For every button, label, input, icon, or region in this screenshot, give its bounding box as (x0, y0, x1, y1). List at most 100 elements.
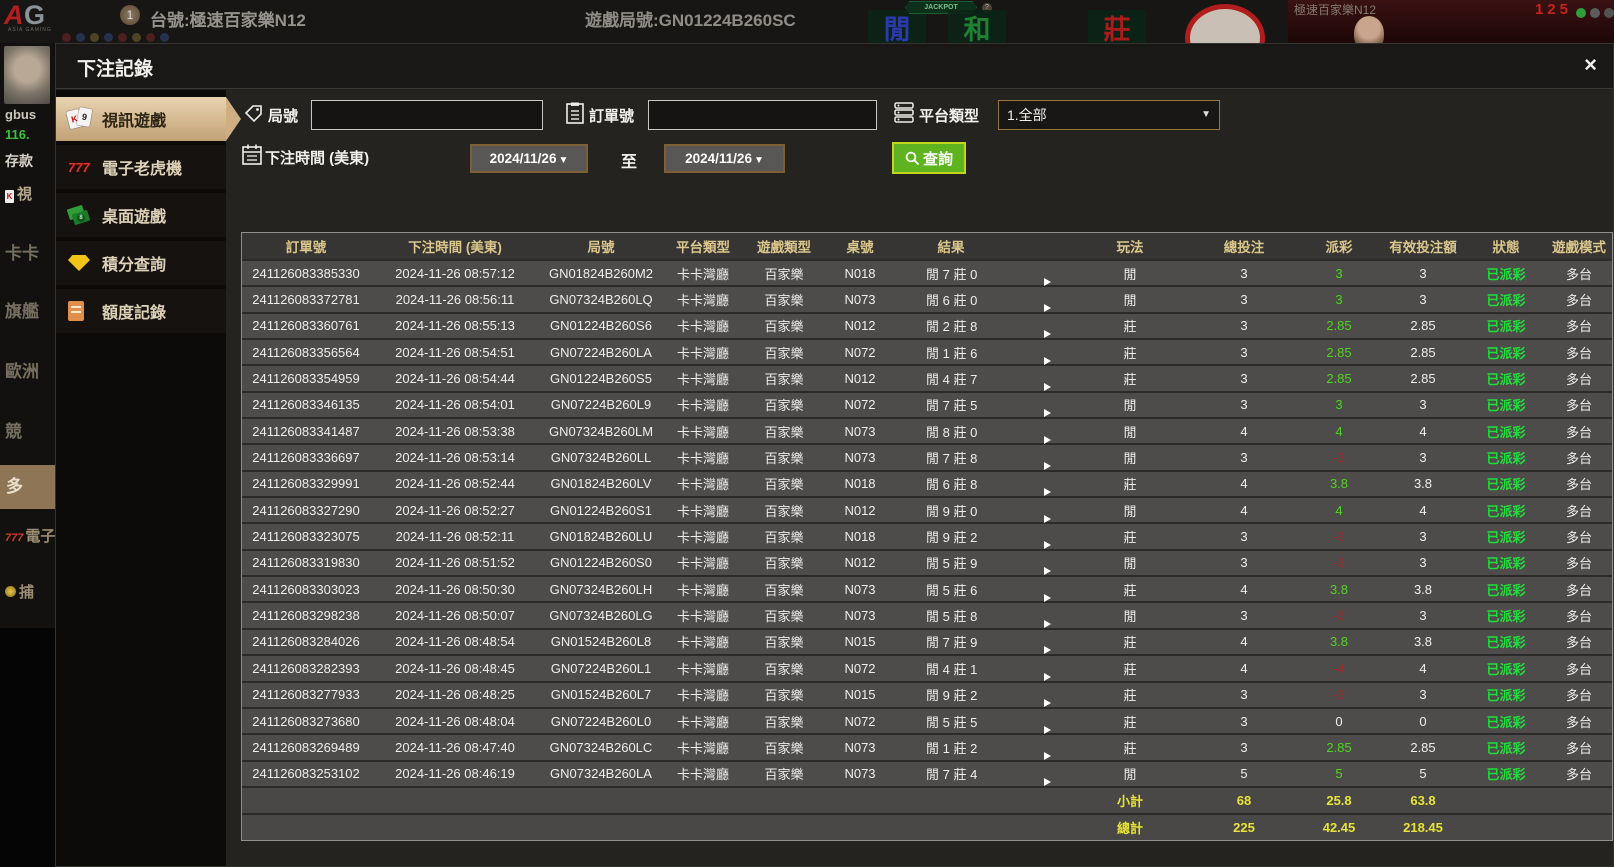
cell-status: 已派彩 (1466, 422, 1546, 441)
cell-order-id: 241126083354959 (242, 371, 370, 386)
sidebar-item-table-games[interactable]: 8 桌面遊戲 (56, 193, 226, 237)
user-avatar (4, 46, 50, 104)
cell-total-bet: 3 (1190, 740, 1298, 755)
cell-payout: 4 (1298, 503, 1380, 518)
search-button-label: 查詢 (923, 148, 953, 169)
cell-game-mode: 多台 (1546, 553, 1612, 572)
grand-total-row: 總計 225 42.45 218.45 (242, 813, 1612, 840)
cell-table-no: N072 (824, 714, 896, 729)
cell-round-id: GN07324B260LL (540, 450, 662, 465)
date-to-select[interactable]: 2024/11/26▼ (664, 144, 785, 173)
cell-status: 已派彩 (1466, 606, 1546, 625)
table-row: 241126083329991 2024-11-26 08:52:44 GN01… (242, 470, 1612, 496)
cell-bet-time: 2024-11-26 08:53:38 (370, 424, 540, 439)
cell-bet-time: 2024-11-26 08:48:45 (370, 661, 540, 676)
cell-play-type: 莊 (1070, 685, 1190, 704)
table-row: 241126083303023 2024-11-26 08:50:30 GN07… (242, 575, 1612, 601)
cell-bet-time: 2024-11-26 08:56:11 (370, 292, 540, 307)
cell-table-no: N072 (824, 397, 896, 412)
table-row: 241126083269489 2024-11-26 08:47:40 GN07… (242, 733, 1612, 759)
cell-bet-time: 2024-11-26 08:50:30 (370, 582, 540, 597)
rail-item-kaka: 卡卡 (5, 239, 39, 264)
cell-table-no: N073 (824, 292, 896, 307)
cell-valid-bet: 3 (1380, 397, 1466, 412)
cell-bet-time: 2024-11-26 08:53:14 (370, 450, 540, 465)
cell-payout: 2.85 (1298, 345, 1380, 360)
cell-round-id: GN01824B260LU (540, 529, 662, 544)
gray-dot (1604, 8, 1614, 18)
table-row: 241126083277933 2024-11-26 08:48:25 GN01… (242, 681, 1612, 707)
cell-game-type: 百家樂 (744, 369, 824, 388)
date-from-select[interactable]: 2024/11/26▼ (470, 144, 588, 173)
table-row: 241126083323075 2024-11-26 08:52:11 GN01… (242, 522, 1612, 548)
cell-result: 閒 5 莊 8 (896, 606, 1006, 625)
sidebar-item-slots[interactable]: 777 電子老虎機 (56, 145, 226, 189)
cell-status: 已派彩 (1466, 395, 1546, 414)
cell-game-type: 百家樂 (744, 422, 824, 441)
cell-round-id: GN07324B260LQ (540, 292, 662, 307)
rail-item-fishing: 捕 (5, 581, 34, 602)
cell-status: 已派彩 (1466, 290, 1546, 309)
cell-valid-bet: 3 (1380, 608, 1466, 623)
cell-table-no: N073 (824, 766, 896, 781)
cell-table-no: N073 (824, 582, 896, 597)
cell-game-mode: 多台 (1546, 290, 1612, 309)
sidebar-item-points-query[interactable]: 積分查詢 (56, 241, 226, 285)
cell-total-bet: 3 (1190, 608, 1298, 623)
cell-order-id: 241126083385330 (242, 266, 370, 281)
cell-round-id: GN07324B260LM (540, 424, 662, 439)
platform-select[interactable]: 1.全部 ▼ (998, 100, 1220, 130)
order-input[interactable] (648, 100, 877, 130)
sidebar-item-video-games[interactable]: K9 視訊遊戲 (56, 97, 226, 141)
cell-game-mode: 多台 (1546, 712, 1612, 731)
cell-play-type: 莊 (1070, 527, 1190, 546)
cell-platform: 卡卡灣廳 (662, 764, 744, 783)
cell-order-id: 241126083269489 (242, 740, 370, 755)
cell-payout: -3 (1298, 608, 1380, 623)
cell-status: 已派彩 (1466, 685, 1546, 704)
search-button[interactable]: 查詢 (892, 142, 966, 174)
cell-platform: 卡卡灣廳 (662, 527, 744, 546)
cell-order-id: 241126083346135 (242, 397, 370, 412)
cell-game-mode: 多台 (1546, 606, 1612, 625)
live-video-thumbnail: 極速百家樂N12 125 (1288, 0, 1614, 43)
cell-game-mode: 多台 (1546, 369, 1612, 388)
rail-item-europe: 歐洲 (5, 357, 39, 382)
cell-result: 閒 5 莊 5 (896, 712, 1006, 731)
cell-valid-bet: 2.85 (1380, 345, 1466, 360)
cell-game-mode: 多台 (1546, 580, 1612, 599)
cell-platform: 卡卡灣廳 (662, 580, 744, 599)
cell-platform: 卡卡灣廳 (662, 501, 744, 520)
cell-platform: 卡卡灣廳 (662, 264, 744, 283)
cell-game-type: 百家樂 (744, 501, 824, 520)
coin-icon (5, 586, 16, 597)
cell-total-bet: 3 (1190, 345, 1298, 360)
cell-round-id: GN01524B260L8 (540, 634, 662, 649)
cell-game-mode: 多台 (1546, 659, 1612, 678)
platform-list-icon (894, 102, 914, 123)
cell-result: 閒 2 莊 8 (896, 316, 1006, 335)
chevron-down-icon: ▼ (1201, 101, 1211, 129)
cell-table-no: N073 (824, 424, 896, 439)
cell-order-id: 241126083341487 (242, 424, 370, 439)
cell-game-mode: 多台 (1546, 474, 1612, 493)
cell-order-id: 241126083360761 (242, 318, 370, 333)
cell-bet-time: 2024-11-26 08:51:52 (370, 555, 540, 570)
cell-status: 已派彩 (1466, 501, 1546, 520)
cell-round-id: GN07324B260LC (540, 740, 662, 755)
sidebar-item-label: 桌面遊戲 (102, 203, 166, 227)
cell-valid-bet: 4 (1380, 424, 1466, 439)
close-icon[interactable]: × (1584, 52, 1597, 78)
cell-game-mode: 多台 (1546, 685, 1612, 704)
sidebar-item-credit-records[interactable]: 額度記錄 (56, 289, 226, 333)
cell-order-id: 241126083277933 (242, 687, 370, 702)
cell-table-no: N073 (824, 450, 896, 465)
cell-status: 已派彩 (1466, 659, 1546, 678)
cell-table-no: N012 (824, 503, 896, 518)
round-input[interactable] (311, 100, 543, 130)
cell-valid-bet: 3 (1380, 266, 1466, 281)
cell-platform: 卡卡灣廳 (662, 738, 744, 757)
cell-play-type: 莊 (1070, 632, 1190, 651)
cell-table-no: N072 (824, 661, 896, 676)
online-dot (1576, 8, 1586, 18)
